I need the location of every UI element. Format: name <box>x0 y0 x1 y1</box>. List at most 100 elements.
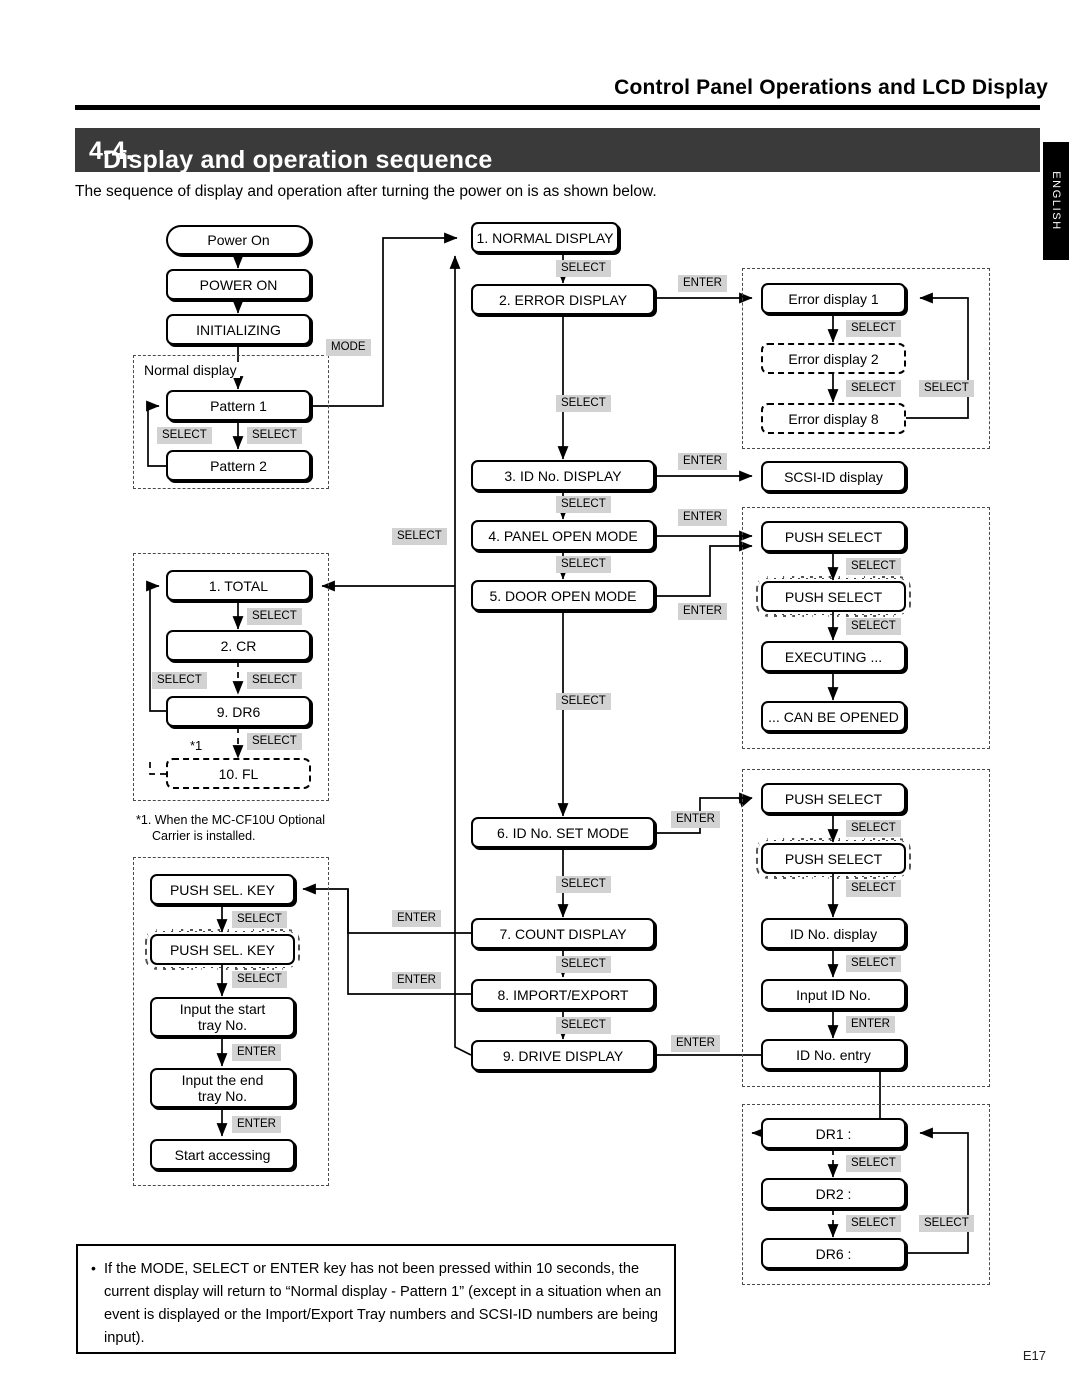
key-badge-enter: ENTER <box>846 1016 895 1033</box>
timeout-note-box: • If the MODE, SELECT or ENTER key has n… <box>76 1244 676 1354</box>
key-badge-select: SELECT <box>392 528 447 545</box>
node-label: 5. DOOR OPEN MODE <box>489 587 637 604</box>
node-label: 3. ID No. DISPLAY <box>504 467 622 484</box>
key-badge-select: SELECT <box>846 1215 901 1232</box>
node-label: Power On <box>207 232 270 248</box>
node-label: Pattern 1 <box>210 397 267 414</box>
note-bullet: • <box>91 1260 96 1276</box>
node-label: Input ID No. <box>796 986 871 1003</box>
key-badge-enter: ENTER <box>392 972 441 989</box>
key-badge-select: SELECT <box>247 427 302 444</box>
node-menu-2-error-display: 2. ERROR DISPLAY <box>471 284 655 315</box>
node-label: DR1 : <box>815 1125 852 1142</box>
node-open-executing: EXECUTING ... <box>761 641 906 672</box>
node-menu-5-door-open-mode: 5. DOOR OPEN MODE <box>471 580 655 611</box>
key-badge-select: SELECT <box>556 556 611 573</box>
key-badge-enter: ENTER <box>678 453 727 470</box>
node-menu-7-count-display: 7. COUNT DISPLAY <box>471 918 655 949</box>
node-label: PUSH SELECT <box>784 528 883 545</box>
node-label: 10. FL <box>218 765 259 782</box>
node-label: ID No. display <box>789 925 878 942</box>
node-menu-6-id-no-set-mode: 6. ID No. SET MODE <box>471 817 655 848</box>
key-badge-select: SELECT <box>556 496 611 513</box>
language-tab-label: ENGLISH <box>1050 171 1062 231</box>
key-badge-select: SELECT <box>556 395 611 412</box>
footnote-line-2: Carrier is installed. <box>152 829 256 843</box>
footnote-ref-marker: *1 <box>190 738 203 753</box>
key-badge-select: SELECT <box>919 1215 974 1232</box>
key-badge-select: SELECT <box>846 880 901 897</box>
key-badge-enter: ENTER <box>232 1044 281 1061</box>
node-open-can-be-opened: ... CAN BE OPENED <box>761 701 906 732</box>
section-heading-text: 4-4. Display and operation sequence <box>89 137 492 174</box>
node-label: 2. ERROR DISPLAY <box>498 291 628 308</box>
node-label: ID No. entry <box>796 1046 871 1063</box>
node-label: Error display 8 <box>788 410 879 427</box>
key-badge-enter: ENTER <box>392 910 441 927</box>
node-label-line1: Input the end <box>181 1072 264 1088</box>
node-label: 9. DRIVE DISPLAY <box>502 1047 624 1064</box>
intro-paragraph: The sequence of display and operation af… <box>75 183 657 200</box>
group-normal-display-label: Normal display <box>141 362 240 378</box>
key-badge-select: SELECT <box>232 971 287 988</box>
key-badge-enter: ENTER <box>678 275 727 292</box>
node-label: DR2 : <box>815 1185 852 1202</box>
node-menu-3-id-no-display: 3. ID No. DISPLAY <box>471 460 655 491</box>
key-badge-select: SELECT <box>919 380 974 397</box>
node-label: ... CAN BE OPENED <box>768 708 899 725</box>
key-badge-select: SELECT <box>556 956 611 973</box>
node-label: Pattern 2 <box>210 457 267 474</box>
node-label: DR6 : <box>815 1245 852 1262</box>
node-label: Error display 2 <box>788 350 879 367</box>
node-label: 1. TOTAL <box>208 577 269 594</box>
node-count-total: 1. TOTAL <box>166 570 311 601</box>
section-heading-bar: 4-4. Display and operation sequence <box>75 128 1040 174</box>
key-badge-select: SELECT <box>157 427 212 444</box>
node-error-display-8: Error display 8 <box>761 403 906 434</box>
node-label: INITIALIZING <box>196 321 281 338</box>
node-count-fl: 10. FL <box>166 758 311 789</box>
key-badge-select: SELECT <box>232 911 287 928</box>
node-label: Error display 1 <box>788 290 879 307</box>
node-power-on-display: POWER ON <box>166 269 311 300</box>
key-badge-enter: ENTER <box>678 509 727 526</box>
key-badge-select: SELECT <box>846 320 901 337</box>
node-menu-9-drive-display: 9. DRIVE DISPLAY <box>471 1040 655 1071</box>
node-id-push-select-2-blinking: PUSH SELECT <box>761 843 906 874</box>
node-scsi-id-display: SCSI-ID display <box>761 461 906 492</box>
node-label: Start accessing <box>174 1146 271 1163</box>
key-badge-enter: ENTER <box>232 1116 281 1133</box>
key-badge-enter: ENTER <box>671 1035 720 1052</box>
node-push-sel-key-2-blinking: PUSH SEL. KEY <box>150 934 295 965</box>
key-badge-select: SELECT <box>846 1155 901 1172</box>
node-label-line2: tray No. <box>197 1017 247 1033</box>
node-pattern-2: Pattern 2 <box>166 450 311 481</box>
node-label: 6. ID No. SET MODE <box>497 824 629 841</box>
page-number: E17 <box>1022 1348 1046 1363</box>
header-rule <box>75 105 1040 110</box>
running-header-title: Control Panel Operations and LCD Display <box>614 76 1048 99</box>
node-input-start-tray: Input the start tray No. <box>150 997 295 1037</box>
key-badge-mode: MODE <box>326 339 371 356</box>
node-drive-dr6: DR6 : <box>761 1238 906 1269</box>
node-label-line1: Input the start <box>179 1001 266 1017</box>
node-label: EXECUTING ... <box>784 648 883 665</box>
key-badge-select: SELECT <box>846 380 901 397</box>
node-error-display-2: Error display 2 <box>761 343 906 374</box>
node-label: PUSH SELECT <box>784 850 883 867</box>
key-badge-select: SELECT <box>846 558 901 575</box>
key-badge-select: SELECT <box>556 876 611 893</box>
node-label: PUSH SELECT <box>784 790 883 807</box>
node-pattern-1: Pattern 1 <box>166 390 311 421</box>
node-open-push-select-2-blinking: PUSH SELECT <box>761 581 906 612</box>
key-badge-select: SELECT <box>846 820 901 837</box>
node-start-accessing: Start accessing <box>150 1139 295 1170</box>
node-label: 1. NORMAL DISPLAY <box>476 229 614 246</box>
node-power-on: Power On <box>166 225 311 255</box>
key-badge-select: SELECT <box>846 955 901 972</box>
section-title: Display and operation sequence <box>103 146 493 174</box>
node-drive-dr1: DR1 : <box>761 1118 906 1149</box>
node-label: 4. PANEL OPEN MODE <box>488 527 638 544</box>
node-label: 8. IMPORT/EXPORT <box>497 986 629 1003</box>
node-label: 7. COUNT DISPLAY <box>499 925 627 942</box>
